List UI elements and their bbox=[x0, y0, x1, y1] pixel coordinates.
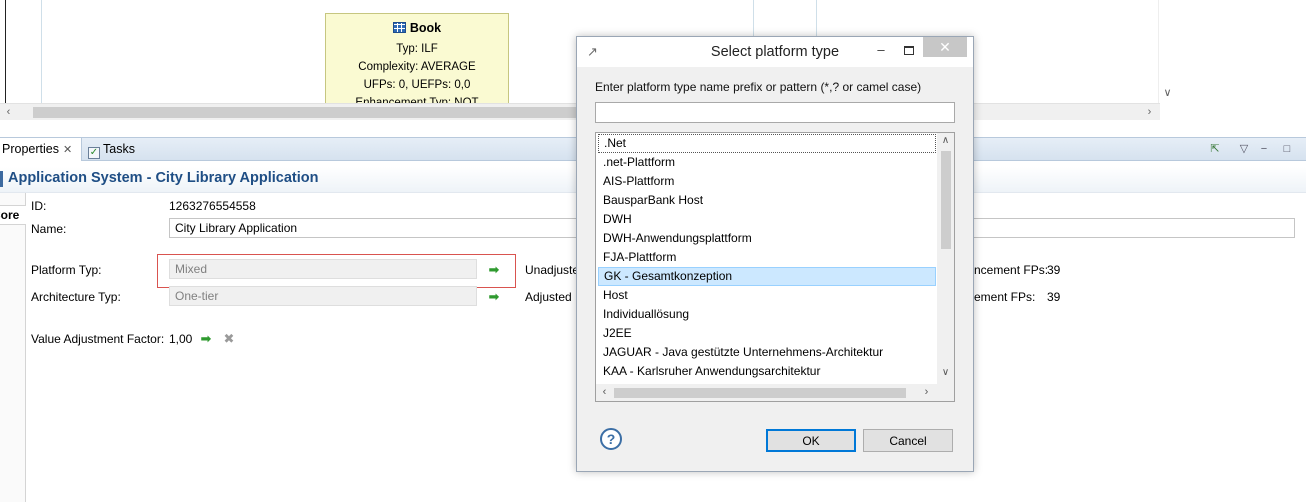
scroll-up-icon[interactable]: ∧ bbox=[937, 135, 954, 146]
value-adjustment-factor-value: 1,00 bbox=[169, 332, 193, 346]
list-item[interactable]: BausparBank Host bbox=[598, 191, 936, 210]
list-item[interactable]: .net-Plattform bbox=[598, 153, 936, 172]
entity-node-line: Typ: ILF bbox=[396, 43, 438, 55]
list-item[interactable]: .Net bbox=[598, 134, 936, 153]
list-item[interactable]: J2EE bbox=[598, 324, 936, 343]
entity-node-title-row: Book bbox=[326, 19, 508, 37]
list-item-selected[interactable]: GK - Gesamtkonzeption bbox=[598, 267, 936, 286]
tab-tasks-label: Tasks bbox=[103, 142, 135, 156]
enhancement-fps-value: 39 bbox=[1047, 263, 1061, 277]
close-icon[interactable]: ✕ bbox=[63, 144, 72, 156]
list-item[interactable]: FJA-Plattform bbox=[598, 248, 936, 267]
maximize-icon[interactable]: □ bbox=[1280, 142, 1294, 156]
list-item[interactable]: AIS-Plattform bbox=[598, 172, 936, 191]
tab-properties-label: Properties bbox=[2, 142, 59, 156]
scrollbar-thumb[interactable] bbox=[941, 151, 951, 249]
name-label: Name: bbox=[31, 222, 67, 236]
list-item[interactable]: Host bbox=[598, 286, 936, 305]
tab-tasks[interactable]: ✓ Tasks bbox=[86, 138, 135, 161]
enhancement-ufps-label: ement FPs: bbox=[974, 290, 1036, 304]
entity-node-line: UFPs: 0, UEFPs: 0,0 bbox=[363, 79, 471, 91]
entity-node-book[interactable]: Book Typ: ILF Complexity: AVERAGE UFPs: … bbox=[325, 13, 509, 105]
section-tab-label: Core bbox=[0, 208, 20, 222]
list-vertical-scrollbar[interactable]: ∧ ∨ bbox=[937, 133, 954, 384]
dialog-titlebar[interactable]: ↗ Select platform type – ✕ bbox=[577, 37, 973, 67]
id-value: 1263276554558 bbox=[169, 199, 256, 213]
arrow-right-icon[interactable]: ➡ bbox=[487, 290, 501, 304]
maximize-icon-shape bbox=[904, 46, 914, 55]
ok-button[interactable]: OK bbox=[766, 429, 856, 452]
filter-prompt: Enter platform type name prefix or patte… bbox=[595, 80, 922, 94]
list-item[interactable]: Individuallösung bbox=[598, 305, 936, 324]
adjusted-fps-label: Adjusted bbox=[525, 290, 572, 304]
cross-icon[interactable]: ✖ bbox=[222, 332, 236, 346]
scroll-right-icon[interactable]: › bbox=[1141, 104, 1158, 120]
highlight-annotation bbox=[157, 254, 516, 288]
scrollbar-thumb[interactable] bbox=[614, 388, 906, 398]
entity-node-title: Book bbox=[409, 21, 442, 35]
minimize-icon[interactable]: − bbox=[1257, 142, 1271, 156]
name-field-value: City Library Application bbox=[175, 221, 298, 235]
architecture-typ-label: Architecture Typ: bbox=[31, 290, 121, 304]
enhancement-fps-label: ncement FPs: bbox=[974, 263, 1049, 277]
scroll-down-icon[interactable]: ∨ bbox=[1159, 86, 1175, 99]
scroll-down-icon[interactable]: ∨ bbox=[937, 367, 954, 378]
table-icon bbox=[392, 22, 406, 33]
enhancement-ufps-value: 39 bbox=[1047, 290, 1061, 304]
tasks-icon: ✓ bbox=[88, 147, 100, 159]
diagram-vertical-scrollbar[interactable]: ∨ bbox=[1158, 0, 1175, 103]
id-label: ID: bbox=[31, 199, 47, 213]
value-adjustment-factor-label: Value Adjustment Factor: bbox=[31, 332, 165, 346]
scrollbar-thumb[interactable] bbox=[33, 107, 583, 118]
question-icon[interactable]: ? bbox=[600, 428, 622, 450]
list-item[interactable]: DWH-Anwendungsplattform bbox=[598, 229, 936, 248]
filter-input[interactable] bbox=[595, 102, 955, 123]
arrow-right-icon[interactable]: ➡ bbox=[199, 332, 213, 346]
tab-properties[interactable]: Properties ✕ bbox=[0, 138, 82, 161]
maximize-icon[interactable] bbox=[901, 43, 917, 59]
select-platform-dialog: ↗ Select platform type – ✕ Enter platfor… bbox=[576, 36, 974, 472]
scroll-left-icon[interactable]: ‹ bbox=[0, 104, 17, 120]
close-icon[interactable]: ✕ bbox=[923, 37, 967, 57]
architecture-typ-value: One-tier bbox=[175, 289, 219, 303]
scroll-left-icon[interactable]: ‹ bbox=[596, 384, 613, 401]
page-title: Application System - City Library Applic… bbox=[8, 170, 319, 186]
view-menu-icon[interactable]: ▽ bbox=[1237, 142, 1251, 156]
scroll-right-icon[interactable]: › bbox=[918, 384, 935, 401]
minimize-icon[interactable]: – bbox=[873, 43, 889, 59]
list-horizontal-scrollbar[interactable]: ‹ › bbox=[596, 384, 954, 401]
unadjusted-fps-label: Unadjuste bbox=[525, 263, 580, 277]
entity-node-line: Complexity: AVERAGE bbox=[358, 61, 476, 73]
pin-icon[interactable]: ⇱ bbox=[1208, 142, 1222, 156]
platform-type-list[interactable]: .Net .net-Plattform AIS-Plattform Bauspa… bbox=[595, 132, 955, 402]
header-accent bbox=[0, 171, 3, 187]
section-tab-core[interactable]: Core bbox=[0, 205, 26, 225]
list-item[interactable]: JAGUAR - Java gestützte Unternehmens-Arc… bbox=[598, 343, 936, 362]
cancel-button[interactable]: Cancel bbox=[863, 429, 953, 452]
list-item[interactable]: KAA - Karlsruher Anwendungsarchitektur bbox=[598, 362, 936, 381]
list-item[interactable]: DWH bbox=[598, 210, 936, 229]
architecture-typ-field[interactable]: One-tier bbox=[169, 286, 477, 306]
section-tab-strip: Core bbox=[0, 193, 26, 502]
platform-typ-label: Platform Typ: bbox=[31, 263, 102, 277]
